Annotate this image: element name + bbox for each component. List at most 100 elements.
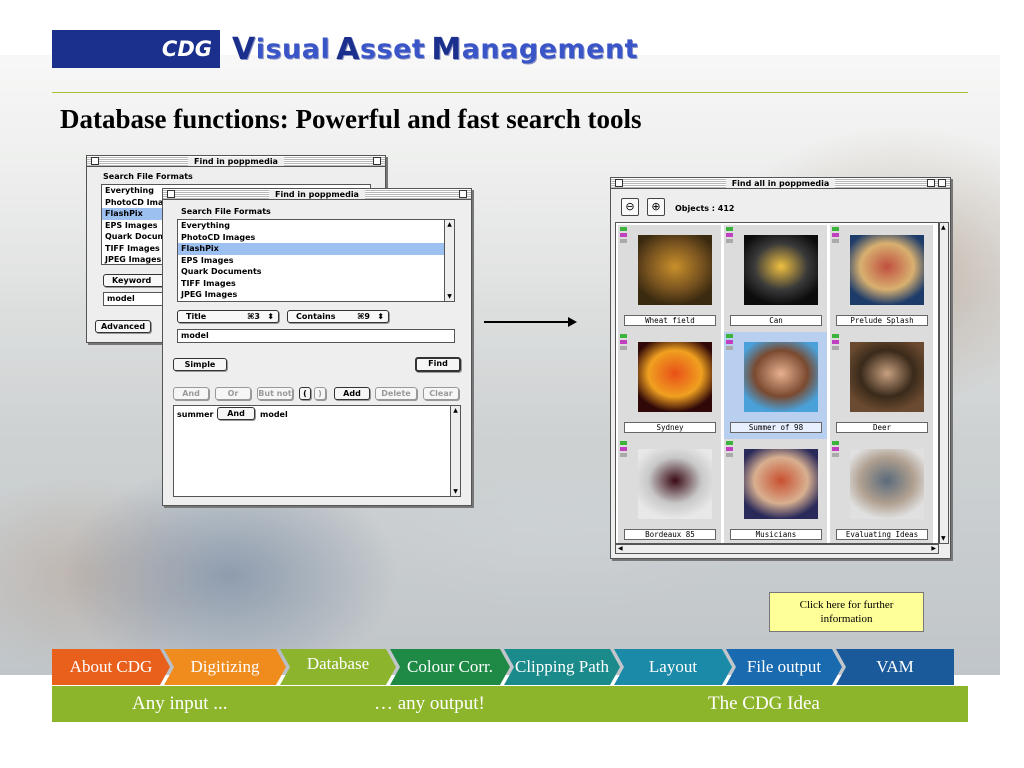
format-list-item[interactable]: Quark Documents: [178, 266, 454, 278]
thumbnail-cell[interactable]: Evaluating Ideas: [830, 439, 934, 543]
title-rest-2: sset: [359, 33, 426, 65]
format-list-item[interactable]: FlashPix: [178, 243, 454, 255]
nav-item[interactable]: Layout: [614, 649, 732, 685]
thumbnail-image[interactable]: [850, 342, 924, 412]
bottom-bar: Any input ... … any output! The CDG Idea: [52, 686, 968, 722]
find-window-front[interactable]: Find in poppmedia Search File Formats Ev…: [162, 188, 472, 506]
scroll-down-icon[interactable]: ▼: [941, 535, 946, 542]
query-operator-button[interactable]: And: [217, 407, 255, 420]
label-flag-icon: [832, 441, 839, 445]
label-flag-icon: [832, 346, 839, 350]
nav-item[interactable]: Clipping Path: [504, 649, 620, 685]
format-list-item[interactable]: Everything: [178, 220, 454, 232]
simple-button[interactable]: Simple: [173, 358, 227, 371]
query-term: summer: [177, 410, 214, 419]
find-button[interactable]: Find: [415, 357, 461, 372]
add-button[interactable]: Add: [334, 387, 370, 400]
thumbnail-image[interactable]: [850, 235, 924, 305]
thumbnail-image[interactable]: [850, 449, 924, 519]
scroll-right-icon[interactable]: ▶: [931, 545, 936, 552]
thumbnail-image[interactable]: [638, 235, 712, 305]
cdg-logo: CDG: [52, 30, 220, 68]
close-icon[interactable]: [167, 190, 175, 198]
advanced-button[interactable]: Advanced: [95, 320, 151, 333]
header-title: Visual Asset Management: [232, 30, 638, 68]
clear-button[interactable]: Clear: [423, 387, 459, 400]
nav-item[interactable]: Database: [280, 649, 396, 685]
close-icon[interactable]: [615, 179, 623, 187]
scroll-left-icon[interactable]: ◀: [618, 545, 623, 552]
find-window-front-titlebar[interactable]: Find in poppmedia: [163, 189, 471, 200]
find-all-window[interactable]: Find all in poppmedia ⊖ ⊕ Objects : 412 …: [610, 177, 951, 559]
nav-item[interactable]: About CDG: [52, 649, 170, 685]
scroll-down-icon[interactable]: ▼: [446, 293, 453, 300]
thumbnail-image[interactable]: [744, 449, 818, 519]
nav-item[interactable]: Colour Corr.: [390, 649, 510, 685]
format-list-item[interactable]: EPS Images: [178, 255, 454, 267]
close-icon[interactable]: [91, 157, 99, 165]
thumbnail-cell[interactable]: Musicians: [724, 439, 828, 543]
zoom-box-icon[interactable]: [927, 179, 935, 187]
nav-item[interactable]: VAM: [836, 649, 954, 685]
scroll-up-icon[interactable]: ▲: [941, 224, 946, 231]
zoom-out-icon[interactable]: ⊖: [621, 198, 639, 216]
grid-horizontal-scrollbar[interactable]: ◀ ▶: [615, 544, 939, 554]
scroll-up-icon[interactable]: ▲: [446, 221, 453, 228]
collapse-box-icon[interactable]: [938, 179, 946, 187]
find-all-window-titlebar[interactable]: Find all in poppmedia: [611, 178, 950, 189]
thumbnail-cell[interactable]: Wheat field: [618, 225, 722, 333]
label-flag-icon: [620, 441, 627, 445]
scroll-up-icon[interactable]: ▲: [452, 407, 459, 414]
thumbnail-cell[interactable]: Bordeaux 85: [618, 439, 722, 543]
thumbnail-image[interactable]: [638, 449, 712, 519]
thumbnail-grid[interactable]: Wheat field Can Prelude Splash Sydney Summer…: [615, 222, 939, 544]
format-list[interactable]: Everything PhotoCD Images FlashPix EPS Imag…: [177, 219, 455, 302]
operator-popup[interactable]: Contains ⌘9 ⬍: [287, 310, 389, 323]
and-button[interactable]: And: [173, 387, 209, 400]
query-scrollbar[interactable]: ▲ ▼: [450, 406, 460, 496]
label-flag-icon: [620, 340, 627, 344]
thumbnail-cell[interactable]: Deer: [830, 332, 934, 440]
field-popup[interactable]: Title ⌘3 ⬍: [177, 310, 279, 323]
search-input[interactable]: model: [177, 329, 455, 343]
close-paren-button[interactable]: ): [314, 387, 326, 400]
nav-item[interactable]: Digitizing: [164, 649, 286, 685]
label-flag-icon: [726, 453, 733, 457]
further-info-link[interactable]: Click here for further information: [769, 592, 924, 632]
section-label: Search File Formats: [103, 172, 193, 181]
scroll-down-icon[interactable]: ▼: [452, 488, 459, 495]
thumbnail-cell[interactable]: Can: [724, 225, 828, 333]
format-list-item[interactable]: PhotoCD Images: [178, 232, 454, 244]
label-flag-icon: [832, 447, 839, 451]
zoom-box-icon[interactable]: [373, 157, 381, 165]
grid-vertical-scrollbar[interactable]: ▲ ▼: [939, 222, 949, 544]
find-window-back-titlebar[interactable]: Find in poppmedia: [87, 156, 385, 167]
format-list-item[interactable]: TIFF Images: [178, 278, 454, 290]
format-list-scrollbar[interactable]: ▲ ▼: [444, 220, 454, 301]
or-button[interactable]: Or: [215, 387, 251, 400]
thumbnail-image[interactable]: [744, 235, 818, 305]
thumbnail-cell[interactable]: Summer of 98: [724, 332, 828, 440]
keyword-popup[interactable]: Keyword: [103, 274, 167, 287]
thumbnail-image[interactable]: [744, 342, 818, 412]
nav-item[interactable]: File output: [726, 649, 842, 685]
query-box[interactable]: summer And model ▲ ▼: [173, 405, 461, 497]
label-flag-icon: [726, 334, 733, 338]
operator-popup-label: Contains: [296, 312, 336, 321]
zoom-box-icon[interactable]: [459, 190, 467, 198]
but-not-button[interactable]: But not: [257, 387, 293, 400]
bottom-left-text[interactable]: Any input ...: [132, 693, 228, 715]
nav-item-label: Layout: [648, 657, 698, 676]
bottom-middle-text[interactable]: … any output!: [374, 693, 485, 715]
thumbnail-cell[interactable]: Prelude Splash: [830, 225, 934, 333]
delete-button[interactable]: Delete: [375, 387, 417, 400]
further-info-text: Click here for further information: [799, 599, 894, 625]
open-paren-button[interactable]: (: [299, 387, 311, 400]
thumbnail-cell[interactable]: Sydney: [618, 332, 722, 440]
thumbnail-image[interactable]: [638, 342, 712, 412]
zoom-in-icon[interactable]: ⊕: [647, 198, 665, 216]
label-flag-icon: [832, 227, 839, 231]
format-list-item[interactable]: JPEG Images: [178, 289, 454, 301]
bottom-right-text[interactable]: The CDG Idea: [708, 693, 820, 715]
thumbnail-label: Musicians: [730, 529, 822, 540]
